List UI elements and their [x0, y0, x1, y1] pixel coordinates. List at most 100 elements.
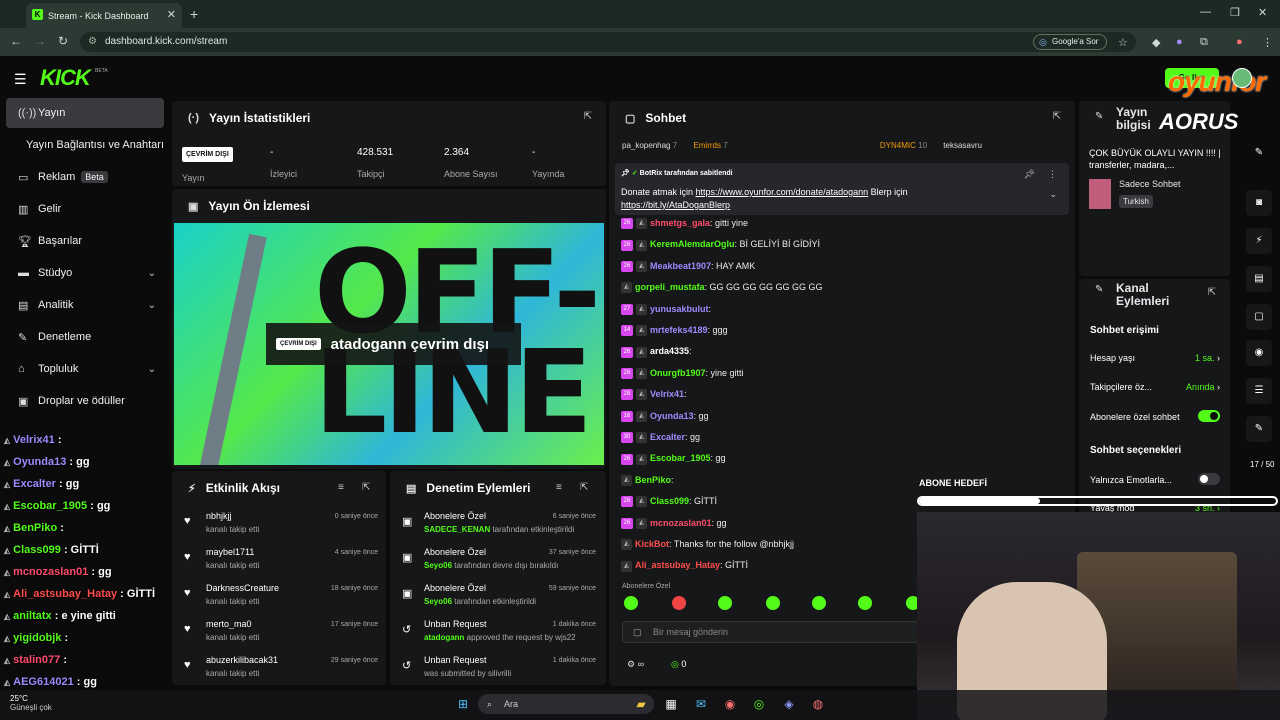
file-explorer-icon[interactable]: ▰ [632, 695, 650, 713]
activity-item[interactable]: ♥ merto_ma0 kanalı takip etti 17 saniye önc… [182, 619, 378, 653]
gifter-name[interactable]: teksasavru [943, 141, 982, 150]
hamburger-menu-icon[interactable]: ☰ [14, 71, 27, 88]
emotes-only-toggle[interactable] [1198, 473, 1220, 485]
record-icon[interactable]: ◙ [1246, 190, 1272, 216]
extensions-puzzle-icon[interactable]: ⧉ [1200, 36, 1208, 49]
forward-icon[interactable]: → [34, 34, 46, 48]
list-icon[interactable]: ☰ [1246, 378, 1272, 404]
followers-only-value[interactable]: Anında › [1186, 382, 1220, 392]
chat-username[interactable]: Excalter [650, 432, 685, 442]
expand-icon[interactable]: ⇱ [580, 482, 588, 493]
google-sor-button[interactable]: ◎ Google'a Sor [1033, 34, 1107, 50]
expand-icon[interactable]: ⇱ [584, 111, 592, 122]
chat-message-input[interactable]: ▢ Bir mesaj gönderin [622, 621, 922, 643]
edit-icon[interactable]: ✎ [1246, 140, 1272, 166]
store-icon[interactable]: ▦ [662, 695, 680, 713]
browser-menu-icon[interactable]: ⋮ [1262, 36, 1273, 49]
window-close-icon[interactable]: ✕ [1258, 6, 1267, 19]
sidebar-item-droplar[interactable]: ▣ Droplar ve ödüller [6, 386, 164, 416]
chat-username[interactable]: yunusakbulut [650, 304, 709, 314]
pin-icon[interactable]: 📌︎ [1024, 169, 1035, 180]
kick-logo[interactable]: KICK [40, 65, 91, 91]
moderation-item[interactable]: ▣ Abonelere Özel SADECE_KENAN tarafından e… [400, 511, 596, 545]
outlook-icon[interactable]: ✉ [692, 695, 710, 713]
moderation-item[interactable]: ↺ Unban Request was submitted by silivrill… [400, 655, 596, 689]
donate-link[interactable]: https://www.oyunfor.com/donate/atadogann [696, 187, 869, 197]
lightning-icon[interactable]: ⚡︎ [1246, 228, 1272, 254]
sidebar-item-gelir[interactable]: ▥ Gelir [6, 194, 164, 224]
discord-icon[interactable]: ◈ [780, 695, 798, 713]
chat-username[interactable]: mrtefeks4189 [650, 325, 708, 335]
wrench-icon[interactable]: ✎ [1246, 416, 1272, 442]
sidebar-item-stream-key[interactable]: Yayın Bağlantısı ve Anahtarı [6, 130, 164, 160]
sidebar-item-studyo[interactable]: ▬ Stüdyo ⌄ [6, 258, 164, 288]
emote[interactable] [718, 596, 732, 610]
moderation-item[interactable]: ▣ Abonelere Özel Seyo06 tarafından devre d… [400, 547, 596, 581]
chevron-down-icon[interactable]: ⌄ [1049, 189, 1057, 200]
extension-icon[interactable]: ◆ [1152, 36, 1160, 49]
url-field[interactable]: ⚙ dashboard.kick.com/stream [80, 32, 1136, 52]
reload-icon[interactable]: ↻ [58, 34, 68, 48]
chat-username[interactable]: Onurgfb1907 [650, 368, 706, 378]
sidebar-item-topluluk[interactable]: ⌂ Topluluk ⌄ [6, 354, 164, 384]
windows-start-icon[interactable]: ⊞ [454, 695, 472, 713]
gifter-name[interactable]: Emirrds [693, 141, 721, 150]
filter-icon[interactable]: ≡ [338, 482, 344, 493]
more-icon[interactable]: ⋮ [1048, 169, 1057, 180]
back-icon[interactable]: ← [10, 34, 22, 48]
chat-bubble-icon[interactable]: ▢ [1246, 304, 1272, 330]
moderation-item[interactable]: ▣ Abonelere Özel Seyo06 tarafından etkinle… [400, 583, 596, 617]
sidebar-item-reklam[interactable]: ▭ Reklam Beta [6, 162, 164, 192]
settings-icon[interactable]: ⚙ ∞ [627, 659, 644, 670]
gifter-name[interactable]: DYN4MIC [880, 141, 916, 150]
sidebar-item-yayin[interactable]: ((·)) Yayın [6, 98, 164, 128]
browser-tab[interactable]: K Stream - Kick Dashboard ✕ [26, 3, 182, 28]
bookmark-star-icon[interactable]: ☆ [1118, 36, 1128, 49]
close-tab-icon[interactable]: ✕ [167, 8, 176, 21]
sidebar-item-denetleme[interactable]: ✎ Denetleme [6, 322, 164, 352]
gifter-name[interactable]: pa_kopenhag [622, 141, 671, 150]
maximize-icon[interactable]: ❐ [1230, 6, 1240, 19]
spotify-icon[interactable]: ◎ [750, 695, 768, 713]
app-icon[interactable]: ◍ [809, 695, 827, 713]
emote[interactable] [624, 596, 638, 610]
emote[interactable] [766, 596, 780, 610]
chat-username[interactable]: KeremAlemdarOglu [650, 239, 735, 249]
new-tab-icon[interactable]: + [190, 6, 198, 22]
sidebar-item-basarilar[interactable]: 🏆︎ Başarılar [6, 226, 164, 256]
chat-username[interactable]: shmetgs_gala [650, 218, 710, 228]
extension-icon[interactable]: ● [1176, 36, 1183, 48]
chat-username[interactable]: Oyunda13 [650, 411, 694, 421]
account-age-value[interactable]: 1 sa. › [1195, 353, 1220, 363]
chat-username[interactable]: mcnozaslan01 [650, 518, 712, 528]
sidebar-item-analitik[interactable]: ▤ Analitik ⌄ [6, 290, 164, 320]
taskbar-search[interactable]: ⌕ Ara [478, 694, 654, 714]
chat-username[interactable]: Velrix41 [650, 389, 684, 399]
site-info-icon[interactable]: ⚙ [88, 32, 97, 52]
chat-username[interactable]: BenPiko [635, 475, 671, 485]
expand-icon[interactable]: ⇱ [1208, 287, 1216, 298]
chat-username[interactable]: Meakbeat1907 [650, 261, 711, 271]
activity-item[interactable]: ♥ DarknessCreature kanalı takip etti 18 san… [182, 583, 378, 617]
chat-username[interactable]: arda4335 [650, 346, 689, 356]
activity-item[interactable]: ♥ abuzerkilibacak31 kanalı takip etti 29 sa… [182, 655, 378, 689]
emote[interactable] [858, 596, 872, 610]
emote[interactable] [812, 596, 826, 610]
emote[interactable] [672, 596, 686, 610]
subs-only-toggle[interactable] [1198, 410, 1220, 422]
filter-icon[interactable]: ≡ [556, 482, 562, 493]
profile-icon[interactable]: ● [1236, 36, 1243, 48]
category-name[interactable]: Sadece Sohbet [1119, 179, 1181, 189]
chat-username[interactable]: gorpeli_mustafa [635, 282, 705, 292]
expand-icon[interactable]: ⇱ [1053, 111, 1061, 122]
moderation-item[interactable]: ↺ Unban Request atadogann approved the req… [400, 619, 596, 653]
chrome-icon[interactable]: ◉ [721, 695, 739, 713]
blerp-link[interactable]: https://bit.ly/AtaDoganBlerp [621, 200, 730, 210]
chat-username[interactable]: KickBot [635, 539, 669, 549]
minimize-icon[interactable]: — [1200, 6, 1211, 18]
broadcast-icon[interactable]: ◉ [1246, 340, 1272, 366]
document-icon[interactable]: ▤ [1246, 266, 1272, 292]
expand-icon[interactable]: ⇱ [362, 482, 370, 493]
activity-item[interactable]: ♥ maybel1711 kanalı takip etti 4 saniye önc… [182, 547, 378, 581]
chat-username[interactable]: Escobar_1905 [650, 453, 711, 463]
